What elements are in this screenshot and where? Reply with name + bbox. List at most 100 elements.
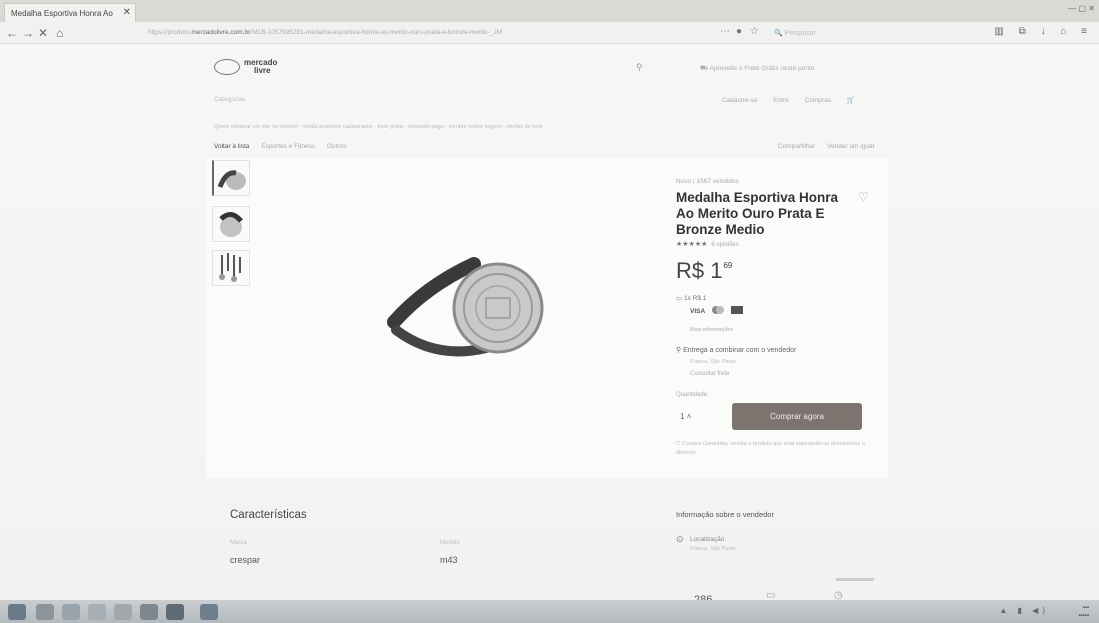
browser-tabstrip: Medalha Esportiva Honra Ao ✕ — ▢ ✕: [0, 0, 1099, 22]
toolbar-right-icons[interactable]: ▥ ⧉ ↓ ⌂ ≡: [994, 26, 1093, 37]
header-promo[interactable]: ⛟ Aproveite o Frete Grátis neste ponto: [700, 64, 814, 73]
bookmark-star-icon[interactable]: ☆: [750, 26, 759, 37]
breadcrumb-item[interactable]: Esportes e Fitness: [261, 143, 315, 150]
guarantee-message: Compra Garantida, receba o produto que e…: [676, 441, 865, 456]
thumbnail-1[interactable]: [212, 160, 250, 196]
handshake-logo-icon: [214, 59, 240, 75]
search-icon[interactable]: ⚲: [636, 62, 643, 73]
spec-value: crespar: [230, 555, 261, 565]
seller-info-title: Informação sobre o vendedor: [676, 510, 774, 519]
medal-thumb-icon: [217, 170, 246, 190]
product-image[interactable]: [386, 256, 556, 368]
app-icon[interactable]: [140, 604, 158, 620]
system-clock[interactable]: ▪▪▪ ▪▪▪▪▪: [1078, 604, 1089, 620]
back-to-list-link[interactable]: Voltar à lista: [214, 143, 249, 150]
seller-location-value: Franca, São Paulo: [690, 546, 736, 552]
medals-thumb-icon: [219, 253, 241, 282]
url-path: /MLB-1057595281-medalha-esportiva-honra-…: [250, 29, 503, 36]
url-bar[interactable]: https://produto.mercadolivre.com.br/MLB-…: [140, 25, 710, 41]
related-searches[interactable]: Quero comprar um site na internet - vend…: [214, 124, 594, 130]
quantity-value: 1: [680, 412, 685, 421]
os-taskbar: ▲ ▮ ◀) ▪▪▪ ▪▪▪▪▪: [0, 600, 1099, 623]
favorite-heart-icon[interactable]: ♡: [858, 190, 869, 204]
reputation-bar: [836, 578, 874, 581]
rating[interactable]: ★★★★★ 6 opiniões: [676, 240, 739, 248]
product-title: Medalha Esportiva Honra Ao Merito Ouro P…: [676, 190, 839, 237]
thumbnail-2[interactable]: [212, 206, 250, 242]
shield-icon: ⛉: [676, 441, 681, 447]
location-pin-icon: ⊙: [676, 534, 684, 544]
system-tray[interactable]: ▲ ▮ ◀): [999, 606, 1049, 615]
url-prefix: https://produto.: [148, 29, 192, 36]
url-domain: mercadolivre.com.br: [191, 29, 251, 36]
mastercard-icon: [711, 306, 724, 314]
header-links: Cadastre-se Entre Compras 🛒: [722, 96, 869, 104]
logo-text: mercado livre: [244, 59, 277, 75]
price: R$ 169: [676, 258, 732, 284]
guarantee-text: ⛉ Compra Garantida, receba o produto que…: [676, 440, 866, 458]
breadcrumb-item[interactable]: Outros: [327, 143, 347, 150]
search-placeholder: Pesquisar: [784, 30, 816, 37]
browser-toolbar: ← → ✕ ⌂ https://produto.mercadolivre.com…: [0, 22, 1099, 44]
credit-card-icon: ▭: [676, 295, 683, 302]
consult-shipping-link[interactable]: Consultar frete: [690, 371, 729, 377]
search-input[interactable]: 🔍 Pesquisar: [768, 26, 928, 40]
folder-icon[interactable]: [88, 604, 106, 620]
pocket-icon[interactable]: ●: [736, 26, 742, 37]
thumbnail-3[interactable]: [212, 250, 250, 286]
start-button-icon[interactable]: [8, 604, 26, 620]
buy-box: Novo | 1567 vendidos ♡ Medalha Esportiva…: [666, 166, 882, 472]
quantity-label: Quantidade: [676, 392, 708, 398]
installments-text: 1x R$ 1: [683, 295, 707, 302]
tab-title: Medalha Esportiva Honra Ao: [11, 9, 113, 18]
person-icon: ⚲: [676, 347, 682, 354]
boleto-icon: [730, 306, 743, 314]
spec-value: m43: [440, 555, 458, 565]
categories-menu[interactable]: Categorias: [214, 96, 245, 103]
tab-close-icon[interactable]: ✕: [123, 7, 131, 18]
search-taskbar-icon[interactable]: [36, 604, 54, 620]
review-count: 6 opiniões: [711, 242, 739, 248]
rating-stars: ★★★★★: [676, 241, 708, 248]
firefox-icon[interactable]: [166, 604, 184, 620]
payment-methods: VISA: [690, 306, 743, 315]
forward-arrow-icon[interactable]: →: [22, 26, 34, 40]
quantity-stepper[interactable]: 1 ˄: [676, 406, 726, 428]
price-main: R$ 1: [676, 258, 723, 283]
visa-icon: VISA: [690, 308, 705, 315]
word-icon[interactable]: [200, 604, 218, 620]
spec-label: Modelo: [440, 540, 460, 546]
window-controls[interactable]: — ▢ ✕: [1068, 4, 1095, 13]
installments: ▭ 1x R$ 1: [676, 294, 706, 302]
share-links: Compartilhar Vender um igual: [768, 143, 874, 150]
spec-label: Marca: [230, 540, 247, 546]
cart-icon[interactable]: 🛒: [847, 97, 855, 104]
chevron-up-icon[interactable]: ˄: [687, 412, 692, 421]
buy-now-button[interactable]: Comprar agora: [732, 403, 862, 430]
sell-similar-link[interactable]: Vender um igual: [827, 143, 874, 150]
price-cents: 69: [723, 261, 733, 270]
purchases-link[interactable]: Compras: [805, 97, 831, 104]
more-info-link[interactable]: Mais informações: [690, 327, 733, 333]
shipping: ⚲ Entrega a combinar com o vendedor: [676, 346, 796, 354]
home-icon[interactable]: ⌂: [56, 26, 63, 40]
logo-line2: livre: [254, 66, 271, 75]
promo-text: Aproveite o Frete Grátis neste ponto: [709, 65, 815, 72]
login-link[interactable]: Entre: [773, 97, 789, 104]
signup-link[interactable]: Cadastre-se: [722, 97, 757, 104]
ie-icon[interactable]: [62, 604, 80, 620]
characteristics-title: Características: [230, 509, 307, 521]
more-icon[interactable]: ⋯: [720, 26, 730, 37]
share-link[interactable]: Compartilhar: [778, 143, 815, 150]
stop-icon[interactable]: ✕: [38, 26, 48, 40]
medal-thumb-icon: [219, 212, 243, 237]
shipping-location: Franca, São Paulo: [690, 359, 736, 365]
back-arrow-icon[interactable]: ←: [6, 26, 18, 40]
app-icon[interactable]: [114, 604, 132, 620]
breadcrumb: Voltar à lista Esportes e Fitness Outros: [214, 143, 356, 150]
seller-location-label: Localização: [690, 536, 725, 543]
shipping-text: Entrega a combinar com o vendedor: [683, 347, 797, 354]
browser-tab[interactable]: Medalha Esportiva Honra Ao ✕: [4, 3, 136, 22]
mercado-livre-logo[interactable]: mercado livre: [214, 58, 294, 78]
product-condition: Novo | 1567 vendidos: [676, 178, 739, 185]
